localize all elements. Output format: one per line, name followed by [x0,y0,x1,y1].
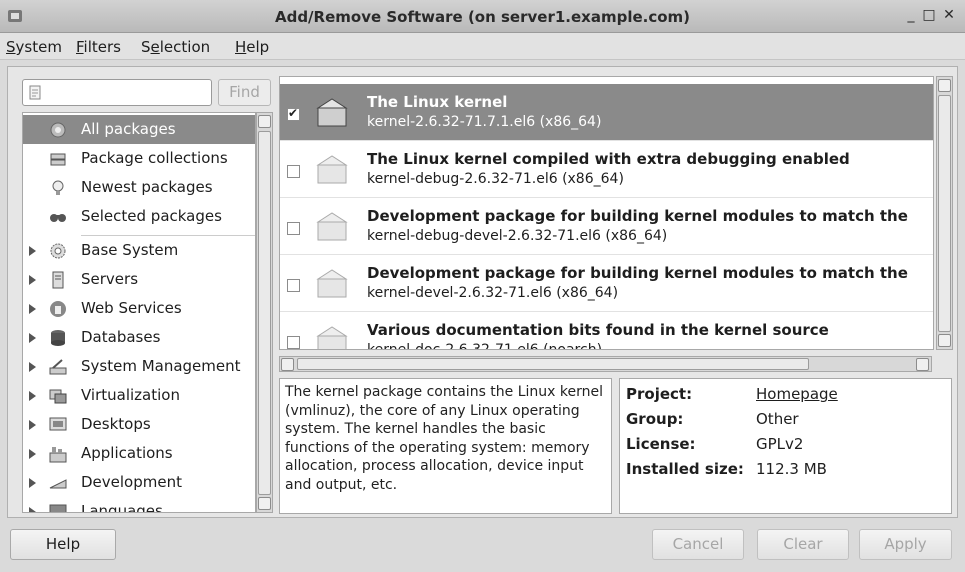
menu-system[interactable]: System [6,38,62,56]
clear-button[interactable]: Clear [757,529,849,560]
sidebar-item-desktops[interactable]: Desktops [23,410,255,439]
sidebar-item-web-services[interactable]: Web Services [23,294,255,323]
expander-icon[interactable] [29,478,36,488]
expander-icon[interactable] [29,246,36,256]
expander-icon[interactable] [29,420,36,430]
hscroll-thumb[interactable] [297,358,809,370]
sidebar-item-virtualization[interactable]: Virtualization [23,381,255,410]
package-row[interactable]: The Linux kernel kernel-2.6.32-71.7.1.el… [280,84,933,141]
system-management-icon [49,359,67,375]
package-row[interactable]: Various documentation bits found in the … [280,312,933,349]
package-checkbox[interactable] [287,336,300,349]
scroll-thumb[interactable] [938,95,951,332]
scroll-left-icon[interactable] [281,358,294,371]
newest-packages-icon [52,180,64,195]
package-available-icon [316,212,348,241]
sidebar-item-system-management[interactable]: System Management [23,352,255,381]
expander-icon[interactable] [29,333,36,343]
minimize-icon[interactable]: _ [904,7,918,23]
sidebar-item-databases[interactable]: Databases [23,323,255,352]
package-installed-icon [316,98,348,127]
scroll-up-icon[interactable] [938,79,951,92]
sidebar-item-selected-packages[interactable]: Selected packages [23,202,255,231]
sidebar-item-servers[interactable]: Servers [23,265,255,294]
package-description: The kernel package contains the Linux ke… [279,378,612,514]
expander-icon[interactable] [29,304,36,314]
servers-icon [52,271,64,289]
expander-icon[interactable] [29,507,36,512]
close-icon[interactable]: ✕ [942,7,956,23]
menu-bar: System Filters Selection Help [0,33,965,60]
scroll-right-icon[interactable] [916,358,929,371]
menu-filters[interactable]: Filters [76,38,121,56]
web-services-icon [50,301,66,317]
databases-icon [51,330,65,346]
package-row[interactable]: The Linux kernel compiled with extra deb… [280,141,933,198]
cancel-button[interactable]: Cancel [652,529,744,560]
window-title: Add/Remove Software (on server1.example.… [274,8,691,26]
maximize-icon[interactable]: □ [922,7,936,23]
development-icon [49,479,67,489]
scroll-thumb[interactable] [258,131,271,495]
apply-button[interactable]: Apply [859,529,952,560]
scroll-down-icon[interactable] [938,334,951,347]
search-type-icon [29,85,41,100]
virtualization-icon [49,389,67,404]
find-button[interactable]: Find [218,79,271,106]
selected-packages-icon [50,214,66,222]
package-checkbox[interactable] [287,279,300,292]
package-row[interactable]: Development package for building kernel … [280,198,933,255]
all-packages-icon [50,122,66,138]
expander-icon[interactable] [29,391,36,401]
package-list: The Linux kernel kernel-2.6.32-71.7.1.el… [279,76,934,350]
scroll-up-icon[interactable] [258,115,271,128]
sidebar-item-base-system[interactable]: Base System [23,236,255,265]
sidebar-item-applications[interactable]: Applications [23,439,255,468]
sidebar-item-development[interactable]: Development [23,468,255,497]
package-available-icon [316,269,348,298]
title-bar: Add/Remove Software (on server1.example.… [0,0,965,33]
expander-icon[interactable] [29,362,36,372]
expander-icon[interactable] [29,449,36,459]
menu-help[interactable]: Help [235,38,269,56]
package-available-icon [316,155,348,184]
menu-selection[interactable]: Selection [141,38,210,56]
applications-icon [49,447,67,463]
package-checkbox[interactable] [287,222,300,235]
package-collections-icon [50,153,66,166]
package-row[interactable]: Development package for building kernel … [280,255,933,312]
languages-icon [49,504,67,512]
package-details: Project: Homepage Group: Other License: … [619,378,952,514]
base-system-icon [50,243,66,259]
package-list-scrollbar[interactable] [936,76,953,350]
group-list: All packages Package collections Newest … [22,112,256,513]
search-input[interactable] [22,79,212,106]
package-checkbox[interactable] [287,106,300,121]
scroll-down-icon[interactable] [258,497,271,510]
expander-icon[interactable] [29,275,36,285]
package-available-icon [316,326,348,349]
help-button[interactable]: Help [10,529,116,560]
package-list-hscrollbar[interactable] [279,356,932,372]
sidebar-item-package-collections[interactable]: Package collections [23,144,255,173]
desktops-icon [49,417,67,431]
group-list-scrollbar[interactable] [256,112,273,513]
sidebar-item-all-packages[interactable]: All packages [23,115,255,144]
sidebar-item-newest-packages[interactable]: Newest packages [23,173,255,202]
package-checkbox[interactable] [287,165,300,178]
sidebar-item-languages[interactable]: Languages [23,497,255,512]
homepage-link[interactable]: Homepage [756,385,838,403]
